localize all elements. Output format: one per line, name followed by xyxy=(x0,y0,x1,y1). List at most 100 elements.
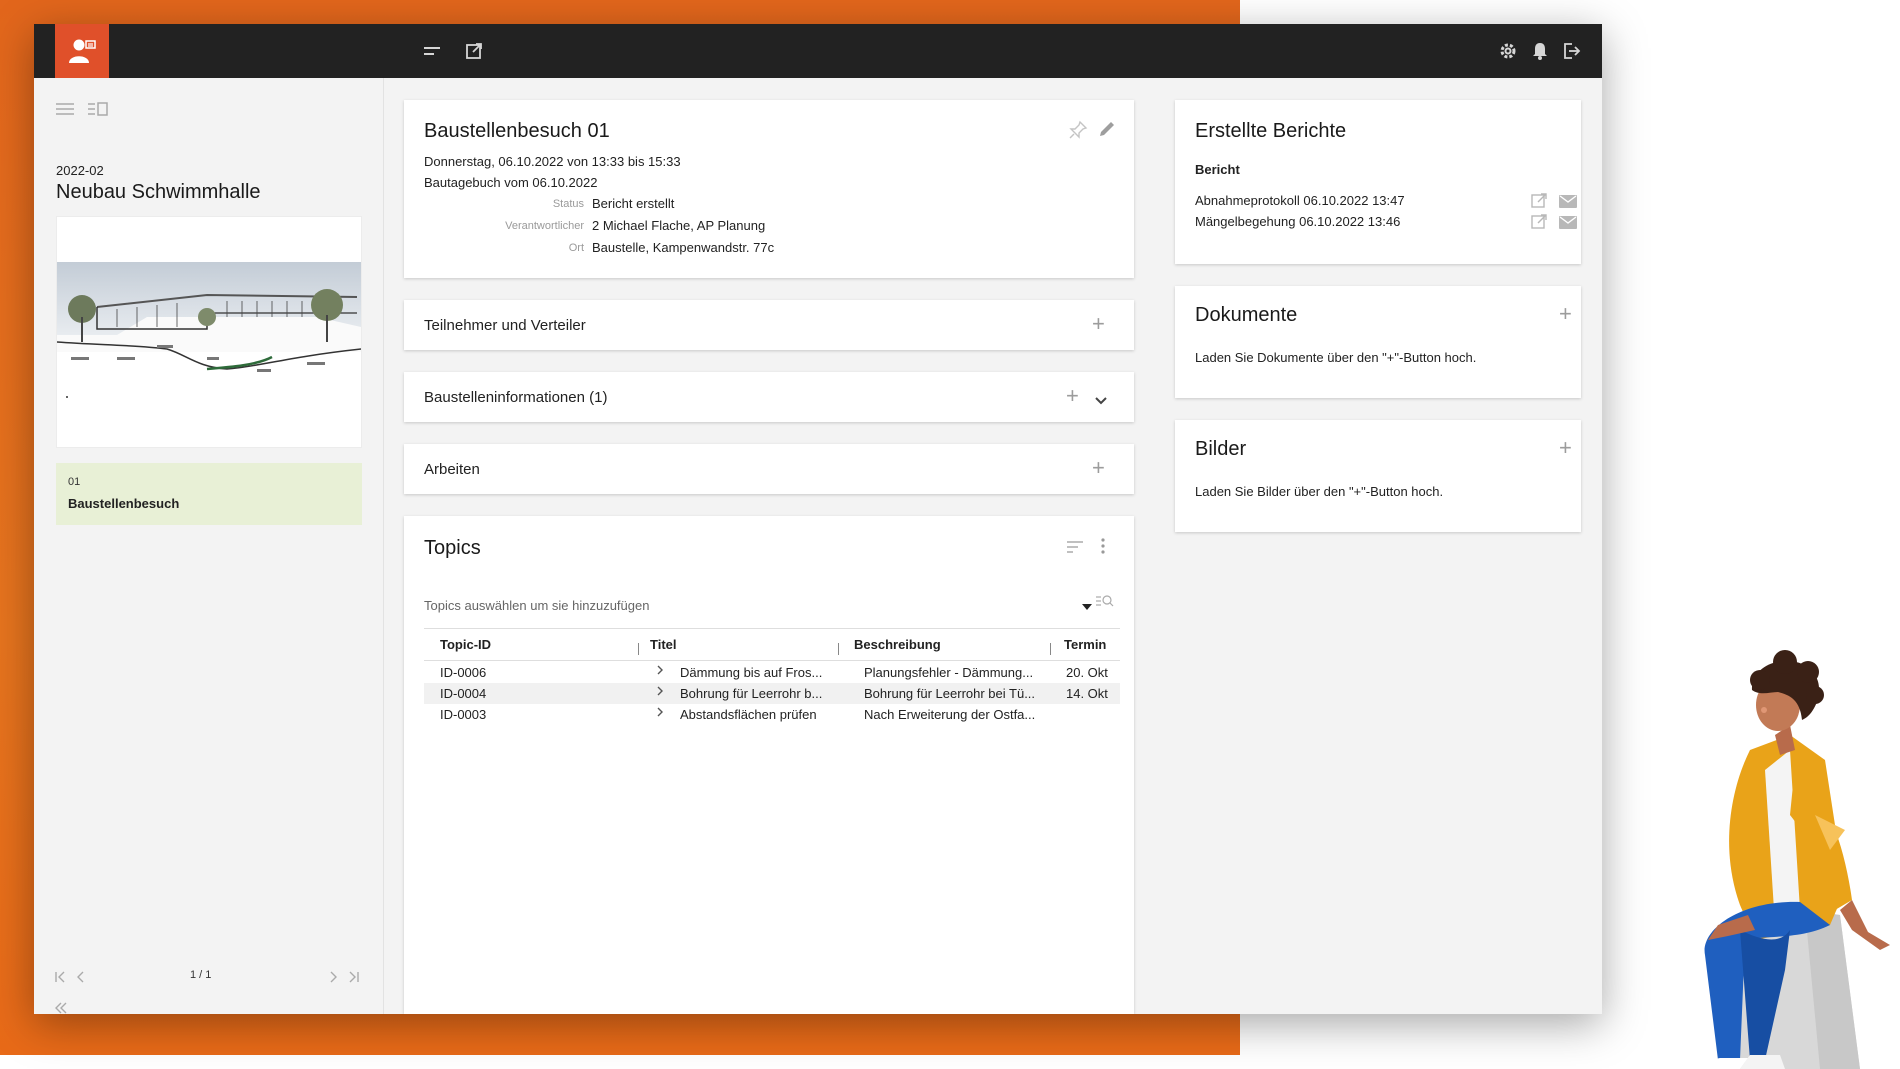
dropdown-caret-icon[interactable] xyxy=(1082,598,1092,616)
pagination-label: 1 / 1 xyxy=(190,969,212,981)
documents-hint: Laden Sie Dokumente über den "+"-Button … xyxy=(1195,350,1477,365)
topic-title: Dämmung bis auf Fros... xyxy=(680,665,823,680)
previous-page-icon[interactable] xyxy=(76,970,86,988)
right-sidebar: Erstellte Berichte Bericht Abnahmeprotok… xyxy=(1155,78,1602,1014)
topics-title: Topics xyxy=(424,537,481,559)
field-value-responsible: 2 Michael Flache, AP Planung xyxy=(592,218,766,233)
documents-title: Dokumente xyxy=(1195,304,1298,326)
building-section-drawing xyxy=(56,262,362,398)
column-header-topic-id[interactable]: Topic-ID xyxy=(440,637,491,652)
list-view-icon[interactable] xyxy=(56,102,74,121)
topics-select-placeholder[interactable]: Topics auswählen um sie hinzuzufügen xyxy=(424,598,649,613)
works-title: Arbeiten xyxy=(424,461,480,478)
topic-title: Abstandsflächen prüfen xyxy=(680,707,817,722)
chevron-right-icon[interactable] xyxy=(656,706,664,721)
search-filter-icon[interactable] xyxy=(1096,594,1114,613)
site-info-section[interactable]: Baustelleninformationen (1) + xyxy=(404,372,1134,422)
main-content: Baustellenbesuch 01 Donnerstag, 06.10.20… xyxy=(384,78,1154,1014)
table-top-border xyxy=(424,628,1120,629)
topic-due-date: 20. Okt xyxy=(1066,665,1108,680)
column-separator[interactable] xyxy=(638,643,639,655)
table-row[interactable]: ID-0006 Dämmung bis auf Fros... Planungs… xyxy=(424,662,1120,683)
first-page-icon[interactable] xyxy=(54,970,68,988)
project-name: Neubau Schwimmhalle xyxy=(56,181,261,203)
documents-card: Dokumente + Laden Sie Dokumente über den… xyxy=(1175,286,1581,398)
topics-card: Topics Topics auswählen um sie hinzuzufü… xyxy=(404,516,1134,1014)
person-illustration xyxy=(1590,640,1900,1069)
topic-due-date: 14. Okt xyxy=(1066,686,1108,701)
topic-id: ID-0006 xyxy=(440,665,487,680)
chevron-right-icon[interactable] xyxy=(656,685,664,700)
column-separator[interactable] xyxy=(838,643,839,655)
more-vertical-icon[interactable] xyxy=(1100,538,1106,559)
add-participant-plus-icon[interactable]: + xyxy=(1092,313,1105,335)
participants-section[interactable]: Teilnehmer und Verteiler + xyxy=(404,300,1134,350)
visit-card: Baustellenbesuch 01 Donnerstag, 06.10.20… xyxy=(404,100,1134,278)
add-site-info-plus-icon[interactable]: + xyxy=(1066,385,1079,407)
collapse-sidebar-icon[interactable] xyxy=(54,1001,68,1014)
chevron-down-icon[interactable] xyxy=(1094,393,1108,411)
visit-date-line: Donnerstag, 06.10.2022 von 13:33 bis 15:… xyxy=(424,154,681,169)
user-badge-icon xyxy=(69,39,96,63)
add-image-plus-icon[interactable]: + xyxy=(1559,437,1572,459)
project-sidebar: 2022-02 Neubau Schwimmhalle 01 Baustelle… xyxy=(34,78,384,1014)
table-header-row: Topic-ID Titel Beschreibung Termin xyxy=(424,634,1120,655)
app-logo[interactable] xyxy=(55,24,109,78)
add-work-plus-icon[interactable]: + xyxy=(1092,457,1105,479)
open-report-icon[interactable] xyxy=(1531,193,1547,214)
detail-view-icon[interactable] xyxy=(88,102,108,121)
pin-icon[interactable] xyxy=(1068,120,1088,145)
edit-pencil-icon[interactable] xyxy=(1098,120,1116,143)
mail-icon[interactable] xyxy=(1559,195,1577,213)
chevron-right-icon[interactable] xyxy=(656,664,664,679)
table-row[interactable]: ID-0004 Bohrung für Leerrohr b... Bohrun… xyxy=(424,683,1120,704)
column-header-description[interactable]: Beschreibung xyxy=(854,637,941,652)
visit-title: Baustellenbesuch 01 xyxy=(424,120,610,142)
topic-title: Bohrung für Leerrohr b... xyxy=(680,686,823,701)
logout-icon[interactable] xyxy=(1560,39,1584,63)
topic-id: ID-0004 xyxy=(440,686,487,701)
reports-subheading: Bericht xyxy=(1195,162,1240,177)
app-window: 2022-02 Neubau Schwimmhalle 01 Baustelle… xyxy=(34,24,1602,1014)
column-separator[interactable] xyxy=(1050,643,1051,655)
works-section[interactable]: Arbeiten + xyxy=(404,444,1134,494)
add-document-plus-icon[interactable]: + xyxy=(1559,303,1572,325)
next-page-icon[interactable] xyxy=(328,970,338,988)
images-title: Bilder xyxy=(1195,438,1247,460)
report-item-label[interactable]: Abnahmeprotokoll 06.10.2022 13:47 xyxy=(1195,193,1405,208)
project-image xyxy=(56,216,362,448)
field-value-status: Bericht erstellt xyxy=(592,196,675,211)
visit-diary-line: Bautagebuch vom 06.10.2022 xyxy=(424,175,598,190)
list-item-title: Baustellenbesuch xyxy=(68,496,180,511)
site-info-title: Baustelleninformationen (1) xyxy=(424,389,608,406)
reports-title: Erstellte Berichte xyxy=(1195,120,1347,142)
topic-description: Planungsfehler - Dämmung... xyxy=(864,665,1034,680)
table-header-border xyxy=(424,660,1120,661)
participants-title: Teilnehmer und Verteiler xyxy=(424,317,586,334)
field-label-status: Status xyxy=(552,198,584,210)
images-hint: Laden Sie Bilder über den "+"-Button hoc… xyxy=(1195,484,1444,499)
sort-icon[interactable] xyxy=(1066,540,1084,559)
last-page-icon[interactable] xyxy=(346,970,360,988)
mail-icon[interactable] xyxy=(1559,216,1577,234)
report-item-label[interactable]: Mängelbegehung 06.10.2022 13:46 xyxy=(1195,214,1400,229)
open-external-icon[interactable] xyxy=(462,39,486,63)
topic-id: ID-0003 xyxy=(440,707,487,722)
field-value-location: Baustelle, Kampenwandstr. 77c xyxy=(592,240,775,255)
project-code: 2022-02 xyxy=(56,163,104,178)
reports-card: Erstellte Berichte Bericht Abnahmeprotok… xyxy=(1175,100,1581,264)
field-label-responsible: Verantwortlicher xyxy=(505,220,584,232)
column-header-title[interactable]: Titel xyxy=(650,637,677,652)
images-card: Bilder + Laden Sie Bilder über den "+"-B… xyxy=(1175,420,1581,532)
menu-icon[interactable] xyxy=(420,39,444,63)
table-row[interactable]: ID-0003 Abstandsflächen prüfen Nach Erwe… xyxy=(424,704,1120,725)
notification-bell-icon[interactable] xyxy=(1528,39,1552,63)
column-header-due-date[interactable]: Termin xyxy=(1064,637,1106,652)
stage: 2022-02 Neubau Schwimmhalle 01 Baustelle… xyxy=(0,0,1900,1069)
topic-description: Bohrung für Leerrohr bei Tü... xyxy=(864,686,1036,701)
list-item-number: 01 xyxy=(68,476,81,488)
open-report-icon[interactable] xyxy=(1531,214,1547,235)
settings-gear-icon[interactable] xyxy=(1496,39,1520,63)
field-label-location: Ort xyxy=(568,242,584,254)
list-item[interactable]: 01 Baustellenbesuch xyxy=(56,463,362,525)
